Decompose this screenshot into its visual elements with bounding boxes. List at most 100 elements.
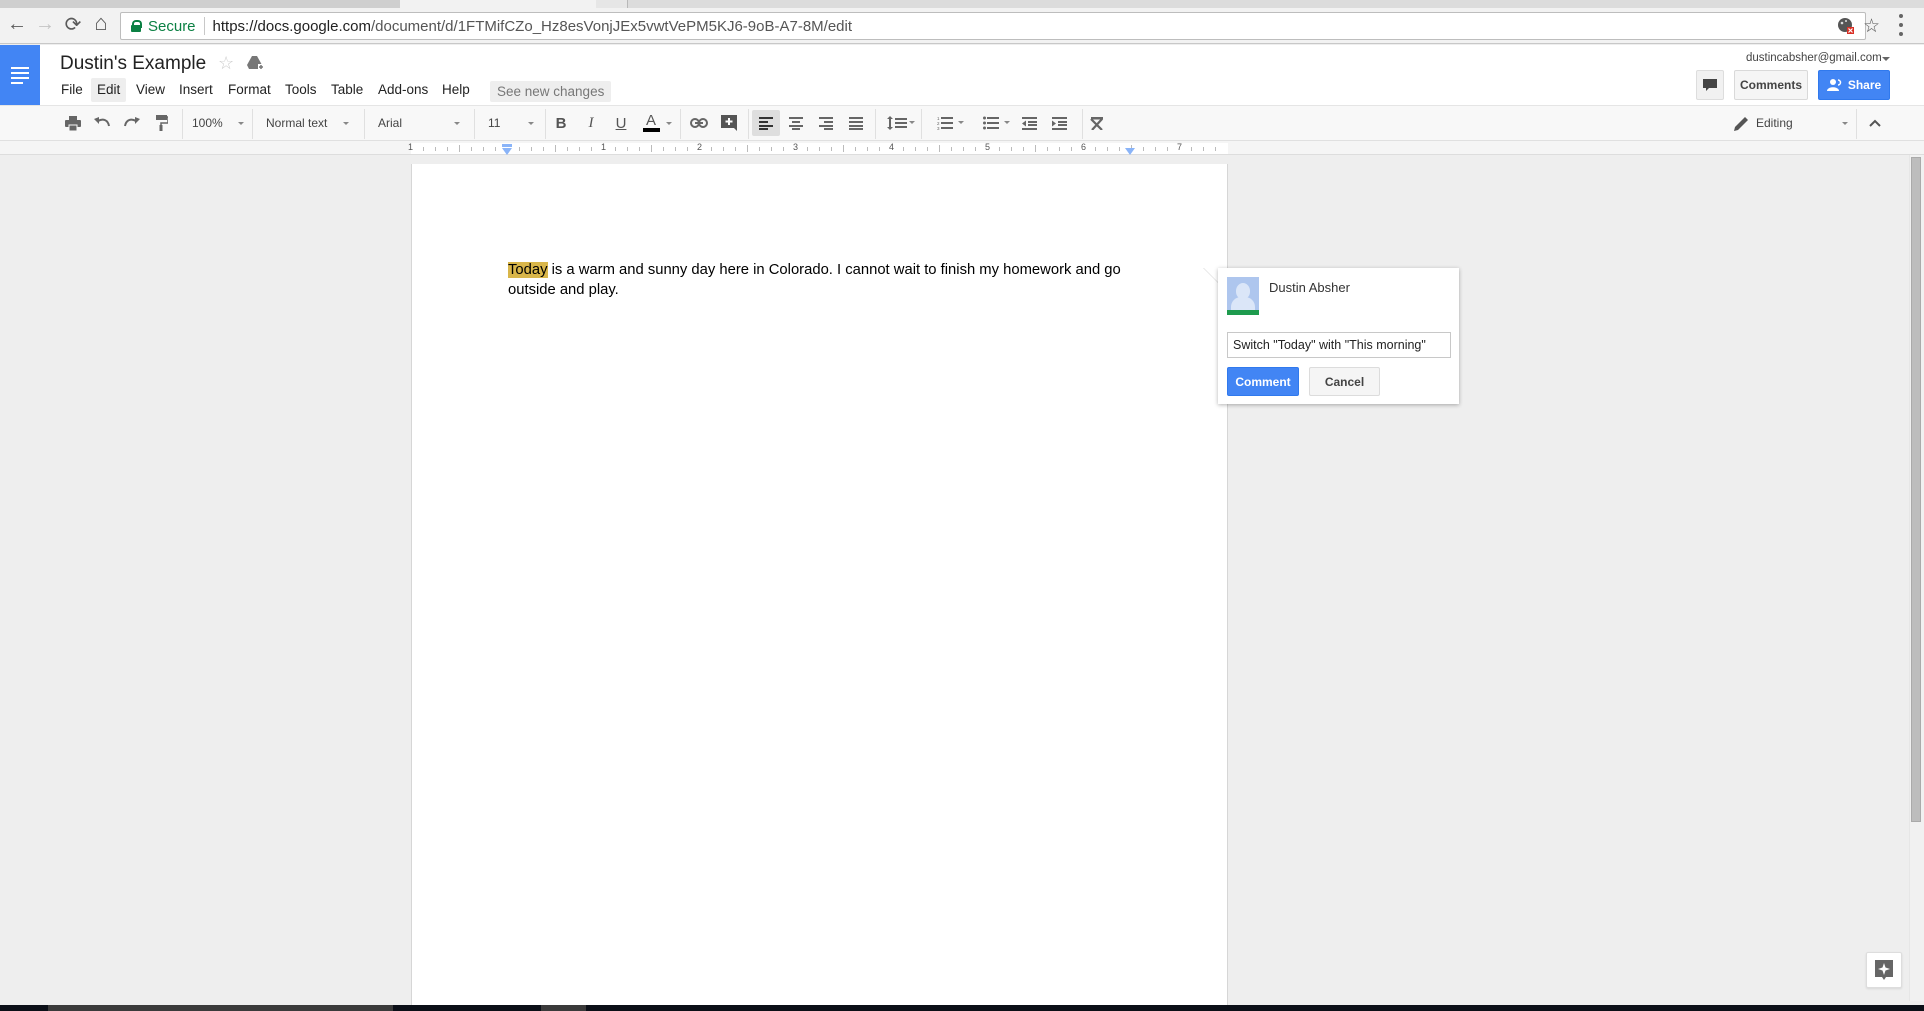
increase-indent-button[interactable] xyxy=(1046,110,1072,136)
bookmark-star-icon[interactable]: ☆ xyxy=(1863,15,1880,38)
ruler-tick xyxy=(1203,147,1204,151)
underline-button[interactable]: U xyxy=(609,110,633,136)
forward-arrow-icon[interactable]: → xyxy=(32,12,58,36)
move-to-folder-icon[interactable] xyxy=(246,55,264,71)
share-button[interactable]: Share xyxy=(1818,70,1890,100)
font-size-select[interactable]: 11 xyxy=(488,110,536,136)
url-text[interactable]: https://docs.google.com/document/d/1FTMi… xyxy=(213,18,852,35)
browser-menu-icon[interactable] xyxy=(1898,14,1904,36)
browser-tab-active[interactable] xyxy=(400,0,600,8)
ruler-tick xyxy=(1071,147,1072,151)
taskbar-item[interactable] xyxy=(541,1005,586,1011)
menu-file[interactable]: File xyxy=(55,78,89,102)
ruler-tick xyxy=(687,147,688,151)
url-host: https://docs.google.com xyxy=(212,17,371,35)
bulleted-list-button[interactable] xyxy=(971,110,1011,136)
menu-table[interactable]: Table xyxy=(325,78,369,102)
address-bar[interactable]: Secure https://docs.google.com/document/… xyxy=(120,12,1880,40)
star-icon[interactable]: ☆ xyxy=(218,53,234,74)
document-title[interactable]: Dustin's Example xyxy=(60,53,206,75)
browser-tab[interactable] xyxy=(0,0,230,8)
chat-icon[interactable] xyxy=(1696,70,1724,100)
line-spacing-button[interactable] xyxy=(879,110,915,136)
first-line-indent-handle[interactable] xyxy=(502,144,512,147)
align-right-button[interactable] xyxy=(813,110,839,136)
toolbar-divider xyxy=(252,109,253,139)
new-tab-button[interactable] xyxy=(596,0,628,8)
menu-format[interactable]: Format xyxy=(222,78,277,102)
chevron-down-icon xyxy=(528,122,534,125)
left-indent-handle[interactable] xyxy=(502,148,512,155)
see-new-changes-button[interactable]: See new changes xyxy=(490,81,612,102)
menu-addons[interactable]: Add-ons xyxy=(372,78,434,102)
menu-view[interactable]: View xyxy=(130,78,171,102)
link-icon[interactable] xyxy=(686,110,712,136)
back-arrow-icon[interactable]: ← xyxy=(4,12,30,36)
comment-submit-button[interactable]: Comment xyxy=(1227,367,1299,396)
document-body[interactable]: Today is a warm and sunny day here in Co… xyxy=(508,260,1128,300)
numbered-list-button[interactable]: 123 xyxy=(925,110,965,136)
right-indent-handle[interactable] xyxy=(1125,148,1135,155)
ruler-tick xyxy=(711,147,712,151)
comment-cancel-button[interactable]: Cancel xyxy=(1309,367,1380,396)
ruler-tick xyxy=(867,147,868,151)
account-dropdown-icon[interactable] xyxy=(1882,57,1890,61)
toolbar-divider xyxy=(680,109,681,139)
undo-icon[interactable] xyxy=(89,110,115,136)
ruler-tick xyxy=(1155,147,1156,151)
font-select[interactable]: Arial xyxy=(378,110,463,136)
cookie-blocked-icon[interactable] xyxy=(1837,17,1855,35)
docs-home-icon[interactable] xyxy=(0,45,40,105)
font-size-value: 11 xyxy=(488,116,501,130)
ruler-tick xyxy=(579,147,580,151)
reload-icon[interactable]: ⟳ xyxy=(60,12,86,36)
menu-edit[interactable]: Edit xyxy=(91,78,127,102)
text-color-dropdown-icon[interactable] xyxy=(666,122,672,125)
clear-formatting-icon[interactable] xyxy=(1084,110,1110,136)
paragraph-style-value: Normal text xyxy=(266,116,328,130)
editing-mode-value: Editing xyxy=(1756,116,1793,130)
pencil-icon xyxy=(1730,110,1752,136)
comments-button[interactable]: Comments xyxy=(1734,70,1808,100)
ruler-tick xyxy=(771,147,772,151)
zoom-select[interactable]: 100% xyxy=(192,110,252,136)
ruler-tick xyxy=(1191,147,1192,151)
align-center-button[interactable] xyxy=(783,110,809,136)
commented-text[interactable]: Today xyxy=(508,262,548,278)
comment-input[interactable] xyxy=(1227,332,1451,358)
ruler-tick xyxy=(651,145,652,152)
ruler-tick xyxy=(975,147,976,151)
print-icon[interactable] xyxy=(60,110,86,136)
explore-button[interactable] xyxy=(1866,952,1902,988)
toolbar-divider xyxy=(921,109,922,139)
share-label: Share xyxy=(1847,78,1882,92)
scrollbar-thumb[interactable] xyxy=(1911,157,1921,822)
ruler-label: 1 xyxy=(408,142,414,152)
justify-button[interactable] xyxy=(843,110,869,136)
taskbar-item[interactable] xyxy=(48,1005,393,1011)
editing-mode-select[interactable]: Editing xyxy=(1756,110,1848,136)
browser-tab[interactable] xyxy=(210,0,405,8)
ruler-tick xyxy=(723,147,724,151)
redo-icon[interactable] xyxy=(119,110,145,136)
insert-comment-icon[interactable] xyxy=(716,110,742,136)
text-color-button[interactable]: A xyxy=(639,110,663,136)
ruler-label: 5 xyxy=(985,142,991,152)
paint-format-icon[interactable] xyxy=(149,110,175,136)
menu-tools[interactable]: Tools xyxy=(279,78,323,102)
account-email[interactable]: dustincabsher@gmail.com xyxy=(1746,52,1882,64)
decrease-indent-button[interactable] xyxy=(1016,110,1042,136)
align-left-button[interactable] xyxy=(752,110,780,136)
menu-help[interactable]: Help xyxy=(436,78,476,102)
chevron-down-icon xyxy=(909,121,915,124)
home-icon[interactable]: ⌂ xyxy=(88,10,114,35)
ruler-tick xyxy=(483,147,484,151)
ruler-tick xyxy=(675,147,676,151)
bold-button[interactable]: B xyxy=(549,110,573,136)
ruler-label: 7 xyxy=(1177,142,1183,152)
toolbar-divider xyxy=(1082,109,1083,139)
italic-button[interactable]: I xyxy=(579,110,603,136)
menu-insert[interactable]: Insert xyxy=(173,78,219,102)
paragraph-style-select[interactable]: Normal text xyxy=(266,110,356,136)
collapse-menu-icon[interactable] xyxy=(1862,110,1888,136)
